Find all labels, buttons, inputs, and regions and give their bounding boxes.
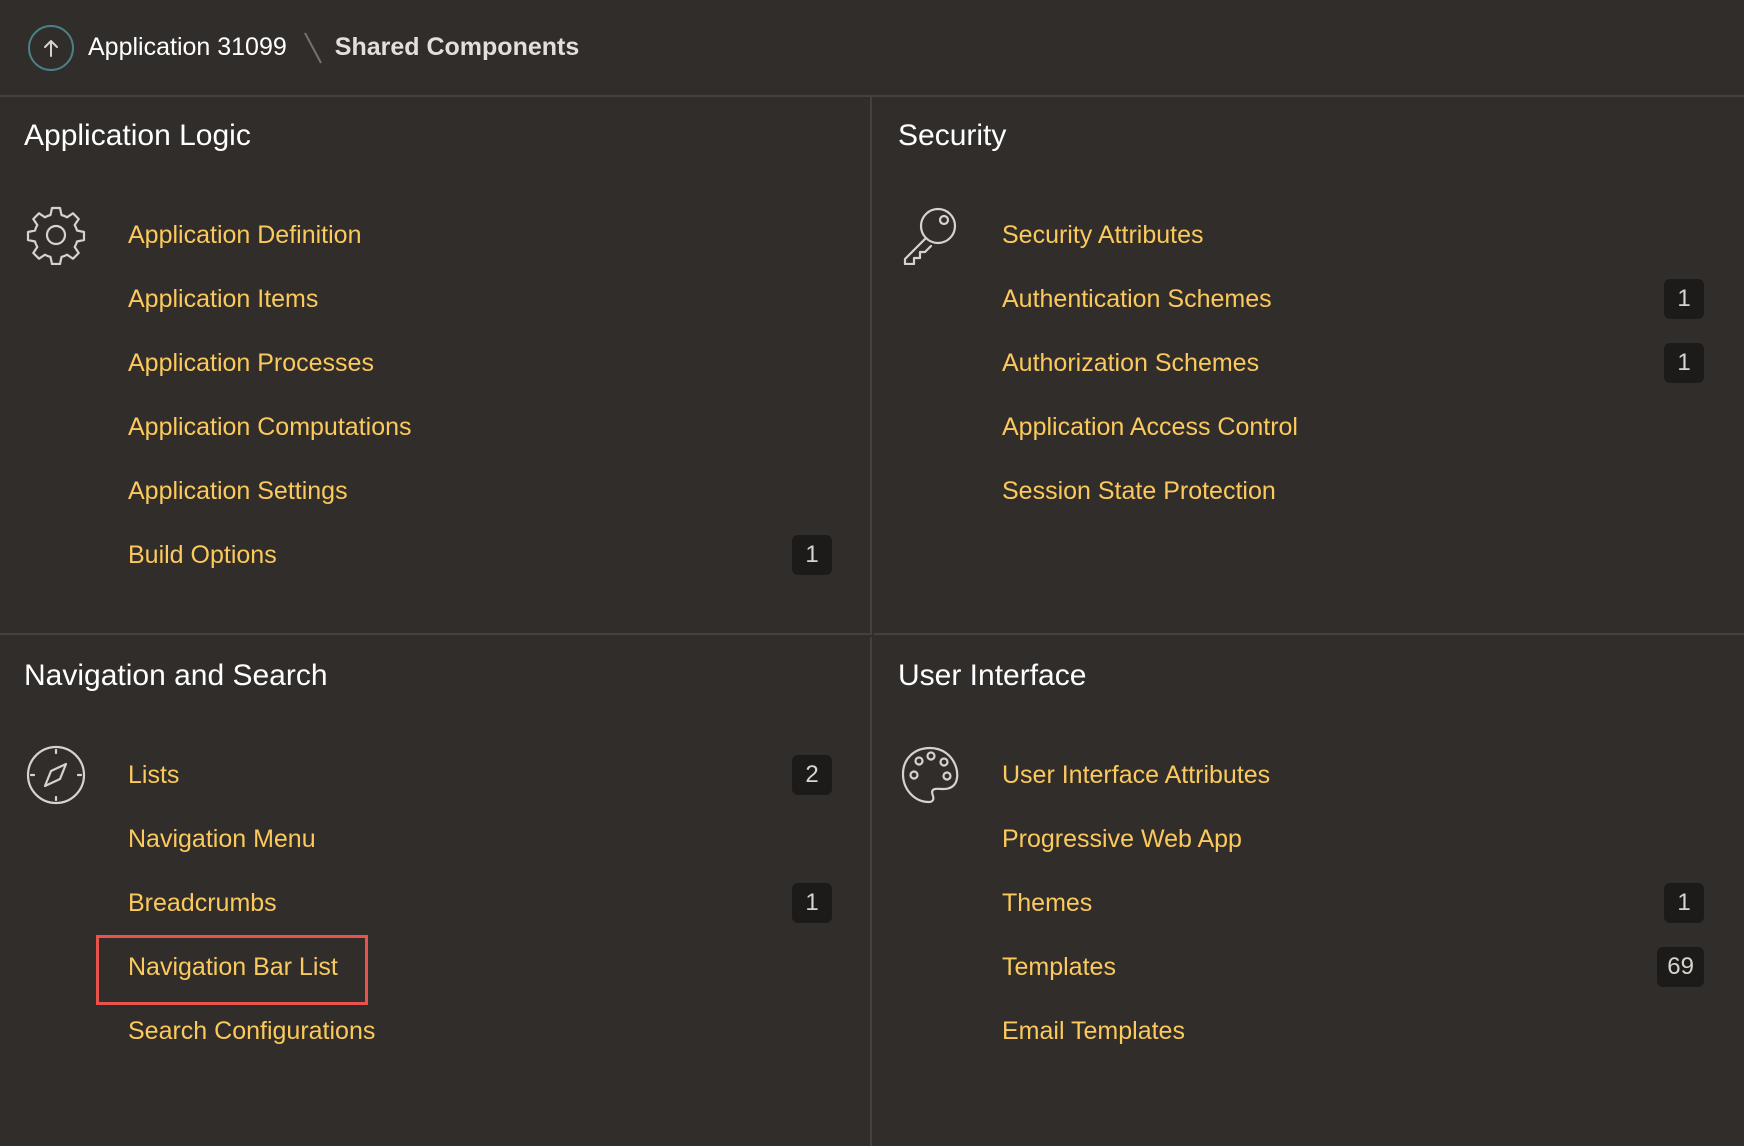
list-item: Application Computations <box>128 395 828 459</box>
page-title: Shared Components <box>334 33 580 61</box>
count-badge: 1 <box>1664 883 1704 923</box>
up-arrow-button[interactable] <box>28 24 74 71</box>
security-attributes-link[interactable]: Security Attributes <box>1002 221 1203 250</box>
build-options-link[interactable]: Build Options <box>128 541 277 570</box>
application-definition-link[interactable]: Application Definition <box>128 221 361 250</box>
security-list: Security Attributes Authentication Schem… <box>1002 203 1704 523</box>
count-badge: 2 <box>792 755 832 795</box>
list-item: User Interface Attributes <box>1002 743 1702 807</box>
application-access-control-link[interactable]: Application Access Control <box>1002 413 1298 442</box>
palette-icon <box>901 746 959 804</box>
templates-link[interactable]: Templates <box>1002 953 1116 982</box>
list-item: Application Processes <box>128 331 828 395</box>
breadcrumb-app-link[interactable]: Application 31099 <box>88 33 287 62</box>
gear-icon <box>26 206 86 265</box>
breadcrumb-separator-icon <box>303 32 322 63</box>
application-computations-link[interactable]: Application Computations <box>128 413 412 442</box>
panel-user-interface: User Interface User Interface Attributes… <box>874 637 1744 1146</box>
list-item: Lists 2 <box>128 743 832 807</box>
application-processes-link[interactable]: Application Processes <box>128 349 374 378</box>
search-configurations-link[interactable]: Search Configurations <box>128 1017 375 1046</box>
count-badge: 69 <box>1657 947 1704 987</box>
progressive-web-app-link[interactable]: Progressive Web App <box>1002 825 1242 854</box>
breadcrumb: Application 31099 Shared Components <box>0 0 1744 97</box>
user-interface-list: User Interface Attributes Progressive We… <box>1002 743 1704 1063</box>
list-item: Templates 69 <box>1002 935 1704 999</box>
application-items-link[interactable]: Application Items <box>128 285 318 314</box>
panel-title: Navigation and Search <box>24 659 328 692</box>
lists-link[interactable]: Lists <box>128 761 179 790</box>
list-item: Authorization Schemes 1 <box>1002 331 1704 395</box>
list-item: Security Attributes <box>1002 203 1702 267</box>
list-item: Breadcrumbs 1 <box>128 871 832 935</box>
list-item: Authentication Schemes 1 <box>1002 267 1704 331</box>
key-icon <box>903 207 957 265</box>
list-item: Email Templates <box>1002 999 1702 1063</box>
breadcrumbs-link[interactable]: Breadcrumbs <box>128 889 277 918</box>
navigation-bar-list-link[interactable]: Navigation Bar List <box>128 953 338 982</box>
count-badge: 1 <box>1664 279 1704 319</box>
list-item: Build Options 1 <box>128 523 832 587</box>
list-item: Session State Protection <box>1002 459 1702 523</box>
application-settings-link[interactable]: Application Settings <box>128 477 348 506</box>
panel-navigation-and-search: Navigation and Search Lists 2 Navigation… <box>0 637 872 1146</box>
arrow-up-icon <box>44 39 58 57</box>
list-item: Application Access Control <box>1002 395 1702 459</box>
navigation-menu-link[interactable]: Navigation Menu <box>128 825 316 854</box>
panel-title: Security <box>898 119 1007 152</box>
session-state-protection-link[interactable]: Session State Protection <box>1002 477 1276 506</box>
list-item: Themes 1 <box>1002 871 1704 935</box>
panel-title: User Interface <box>898 659 1087 692</box>
application-logic-list: Application Definition Application Items… <box>128 203 832 587</box>
authentication-schemes-link[interactable]: Authentication Schemes <box>1002 285 1272 314</box>
navigation-and-search-list: Lists 2 Navigation Menu Breadcrumbs 1 Na… <box>96 743 832 1063</box>
list-item: Application Settings <box>128 459 828 523</box>
list-item: Progressive Web App <box>1002 807 1702 871</box>
authorization-schemes-link[interactable]: Authorization Schemes <box>1002 349 1259 378</box>
list-item: Navigation Bar List <box>96 935 828 1005</box>
themes-link[interactable]: Themes <box>1002 889 1092 918</box>
count-badge: 1 <box>1664 343 1704 383</box>
count-badge: 1 <box>792 883 832 923</box>
panel-application-logic: Application Logic Application Definition… <box>0 97 872 635</box>
list-item: Application Items <box>128 267 828 331</box>
list-item: Search Configurations <box>128 999 828 1063</box>
email-templates-link[interactable]: Email Templates <box>1002 1017 1185 1046</box>
compass-icon <box>26 745 86 805</box>
user-interface-attributes-link[interactable]: User Interface Attributes <box>1002 761 1270 790</box>
list-item: Application Definition <box>128 203 828 267</box>
panel-security: Security Security Attributes Authenticat… <box>874 97 1744 635</box>
list-item: Navigation Menu <box>128 807 828 871</box>
panel-title: Application Logic <box>24 119 251 152</box>
count-badge: 1 <box>792 535 832 575</box>
